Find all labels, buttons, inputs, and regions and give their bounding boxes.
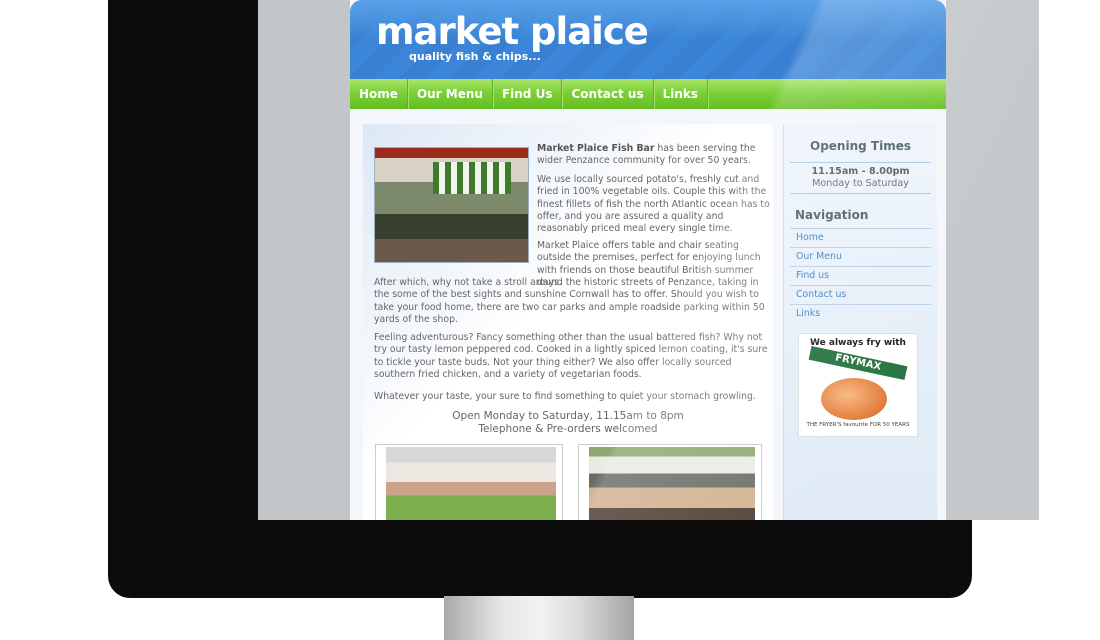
sidebar: Opening Times 11.15am - 8.00pm Monday to… bbox=[783, 124, 937, 520]
nav-contact-us[interactable]: Contact us bbox=[562, 79, 654, 109]
sidebar-link-find-us[interactable]: Find us bbox=[790, 266, 931, 285]
paragraph-penzance: After which, why not take a stroll aroun… bbox=[374, 277, 765, 325]
site-header: market plaice quality fish & chips... bbox=[350, 0, 946, 79]
main-content: Market Plaice Fish Bar has been serving … bbox=[363, 124, 773, 520]
nav-find-us[interactable]: Find Us bbox=[493, 79, 563, 109]
shop-front-photo bbox=[374, 147, 529, 263]
site-logo[interactable]: market plaice bbox=[376, 10, 649, 53]
opening-time: 11.15am - 8.00pm bbox=[811, 166, 910, 177]
intro-strong: Market Plaice Fish Bar bbox=[537, 143, 655, 154]
counter-photo bbox=[578, 444, 762, 520]
awning bbox=[433, 162, 511, 194]
frymax-badge[interactable]: We always fry with FRYMAX THE FRYER'S fa… bbox=[798, 333, 918, 437]
nav-our-menu[interactable]: Our Menu bbox=[408, 79, 493, 109]
sidebar-link-contact-us[interactable]: Contact us bbox=[790, 285, 931, 304]
sidebar-link-our-menu[interactable]: Our Menu bbox=[790, 247, 931, 266]
opening-summary: Open Monday to Saturday, 11.15am to 8pm … bbox=[363, 410, 773, 436]
site-tagline: quality fish & chips... bbox=[409, 50, 541, 63]
open-line-2: Telephone & Pre-orders welcomed bbox=[478, 423, 658, 435]
sidebar-nav: Home Our Menu Find us Contact us Links bbox=[790, 228, 931, 323]
sidebar-link-links[interactable]: Links bbox=[790, 304, 931, 323]
fish-icon bbox=[821, 378, 887, 420]
paragraph-closing: Whatever your taste, your sure to find s… bbox=[374, 391, 756, 402]
intro-paragraph: Market Plaice Fish Bar has been serving … bbox=[537, 143, 771, 168]
main-nav: Home Our Menu Find Us Contact us Links bbox=[350, 79, 946, 109]
nav-home[interactable]: Home bbox=[350, 79, 408, 109]
badge-bottom-text: THE FRYER'S favourite FOR 50 YEARS bbox=[806, 422, 910, 428]
opening-times-title: Opening Times bbox=[810, 139, 911, 153]
paragraph-menu: Feeling adventurous? Fancy something oth… bbox=[374, 332, 768, 380]
opening-days: Monday to Saturday bbox=[812, 178, 909, 189]
nav-links[interactable]: Links bbox=[654, 79, 709, 109]
paragraph-ingredients: We use locally sourced potato's, freshly… bbox=[537, 174, 770, 235]
open-line-1: Open Monday to Saturday, 11.15am to 8pm bbox=[452, 410, 684, 422]
badge-brand: FRYMAX bbox=[808, 345, 908, 381]
monitor-stand bbox=[444, 596, 634, 640]
shop-sign bbox=[375, 148, 528, 158]
monitor-frame: market plaice quality fish & chips... Ho… bbox=[108, 0, 1039, 598]
divider bbox=[790, 162, 931, 163]
navigation-title: Navigation bbox=[795, 208, 869, 222]
website: market plaice quality fish & chips... Ho… bbox=[350, 0, 946, 520]
divider bbox=[790, 193, 931, 194]
sidebar-link-home[interactable]: Home bbox=[790, 228, 931, 247]
interior-photo bbox=[375, 444, 563, 520]
screen: market plaice quality fish & chips... Ho… bbox=[258, 0, 1039, 520]
